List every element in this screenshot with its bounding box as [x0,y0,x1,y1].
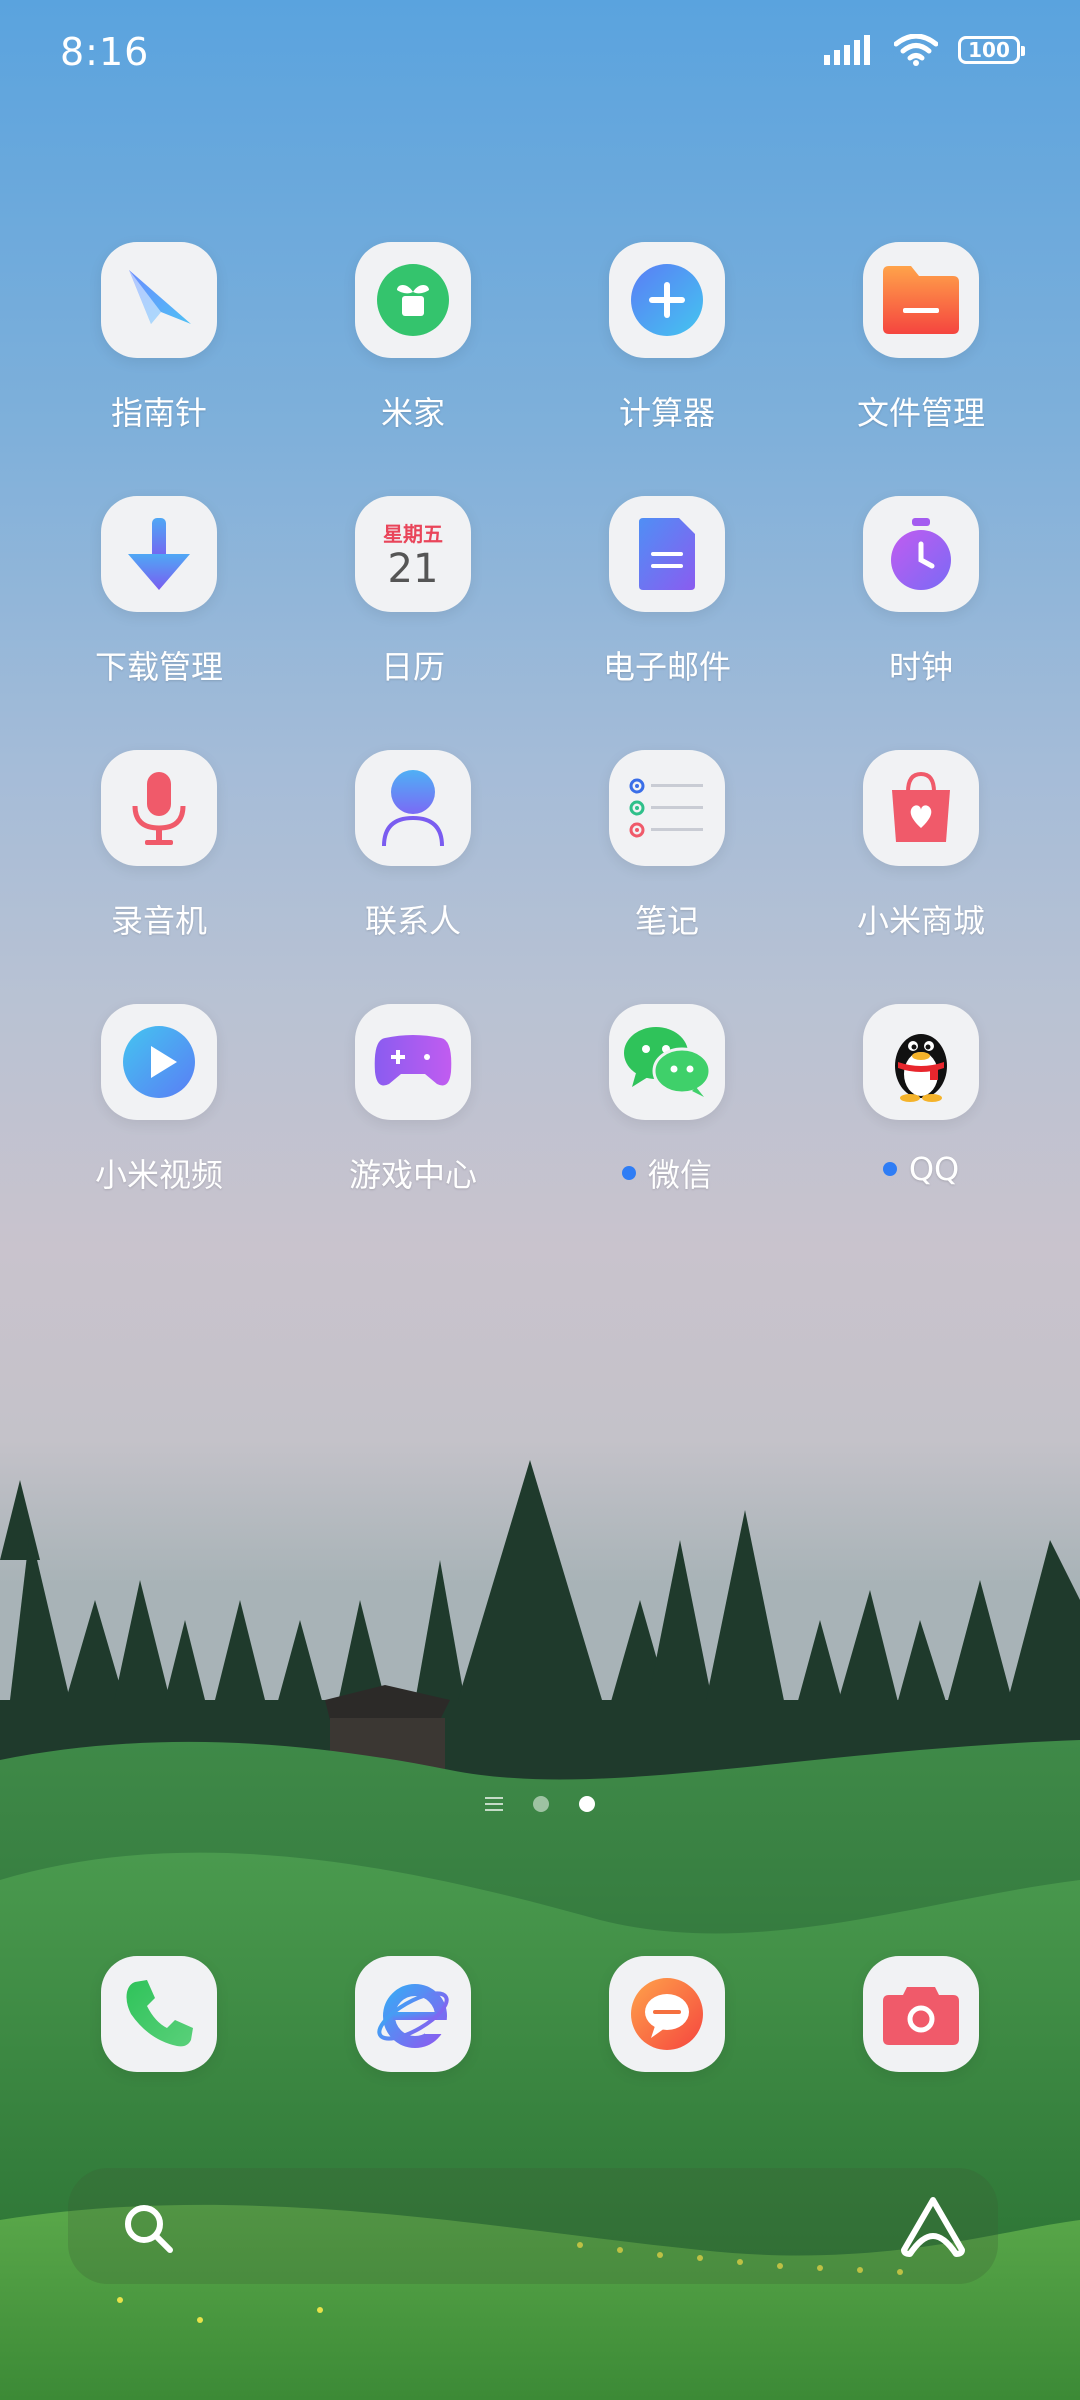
app-label: 日历 [380,648,445,686]
app-mi-video[interactable]: 小米视频 [32,1004,286,1258]
browser-icon[interactable] [355,1956,471,2072]
app-game-center[interactable]: 游戏中心 [286,1004,540,1258]
app-wechat[interactable]: 微信 [540,1004,794,1258]
dock-camera[interactable] [794,1956,1048,2072]
app-row: 指南针 米家 计算器 文件管理 [0,242,1080,496]
app-mi-store[interactable]: 小米商城 [794,750,1048,1004]
status-bar: 8:16 100 [0,0,1080,110]
video-play-icon[interactable] [101,1004,217,1120]
app-qq[interactable]: QQ [794,1004,1048,1258]
dock [32,1956,1048,2072]
notification-dot [882,1162,897,1176]
email-icon[interactable] [609,496,725,612]
app-contacts[interactable]: 联系人 [286,750,540,1004]
search-icon[interactable] [120,2200,176,2256]
calculator-icon[interactable] [609,242,725,358]
app-label: 指南针 [110,394,207,432]
mijia-icon[interactable] [355,242,471,358]
messages-icon[interactable] [609,1956,725,2072]
app-label: 小米商城 [856,902,985,940]
calendar-weekday: 星期五 [383,521,443,546]
menu-lines-icon[interactable] [485,1797,503,1811]
app-label: 小米视频 [94,1156,223,1194]
wifi-icon [894,34,938,66]
app-calculator[interactable]: 计算器 [540,242,794,496]
app-label: 下载管理 [94,648,223,686]
shopping-bag-icon[interactable] [863,750,979,866]
dock-messages[interactable] [540,1956,794,2072]
app-label: 时钟 [888,648,953,686]
app-notes[interactable]: 笔记 [540,750,794,1004]
wechat-icon[interactable] [609,1004,725,1120]
app-label: 录音机 [110,902,207,940]
app-recorder[interactable]: 录音机 [32,750,286,1004]
app-label: 联系人 [364,902,461,940]
assistant-icon[interactable] [900,2196,966,2258]
app-row: 小米视频 游戏中心 微信 QQ [0,1004,1080,1258]
page-dot-active[interactable] [579,1796,595,1812]
signal-icon [824,35,870,65]
app-email[interactable]: 电子邮件 [540,496,794,750]
app-label: 电子邮件 [602,648,731,686]
app-file-manager[interactable]: 文件管理 [794,242,1048,496]
app-label: 游戏中心 [348,1156,477,1194]
microphone-icon[interactable] [101,750,217,866]
app-calendar[interactable]: 星期五 21 日历 [286,496,540,750]
dock-browser[interactable] [286,1956,540,2072]
app-label: 笔记 [634,902,699,940]
dock-phone[interactable] [32,1956,286,2072]
status-time: 8:16 [60,30,150,74]
page-indicator[interactable] [0,1796,1080,1812]
download-icon[interactable] [101,496,217,612]
file-manager-icon[interactable] [863,242,979,358]
calendar-day: 21 [387,545,439,592]
app-row: 下载管理 星期五 21 日历 电子邮件 时钟 [0,496,1080,750]
app-label: 微信 [647,1156,712,1194]
app-clock[interactable]: 时钟 [794,496,1048,750]
app-row: 录音机 联系人 笔记 小米商城 [0,750,1080,1004]
camera-icon[interactable] [863,1956,979,2072]
calendar-icon[interactable]: 星期五 21 [355,496,471,612]
notes-icon[interactable] [609,750,725,866]
app-compass[interactable]: 指南针 [32,242,286,496]
app-mijia[interactable]: 米家 [286,242,540,496]
app-label: 米家 [380,394,445,432]
app-label: 文件管理 [856,394,985,432]
gamepad-icon[interactable] [355,1004,471,1120]
bottom-search-bar[interactable] [68,2168,998,2284]
phone-icon[interactable] [101,1956,217,2072]
notification-dot [621,1166,636,1180]
battery-level: 100 [968,38,1010,62]
app-label: 计算器 [618,394,715,432]
app-grid: 指南针 米家 计算器 文件管理 下载管理 星期五 21 日历 电子邮件 时钟 录… [0,242,1080,1258]
app-label: QQ [908,1150,960,1188]
compass-icon[interactable] [101,242,217,358]
contacts-icon[interactable] [355,750,471,866]
app-download[interactable]: 下载管理 [32,496,286,750]
battery-icon: 100 [958,36,1025,64]
page-dot[interactable] [533,1796,549,1812]
clock-icon[interactable] [863,496,979,612]
qq-penguin-icon[interactable] [863,1004,979,1120]
